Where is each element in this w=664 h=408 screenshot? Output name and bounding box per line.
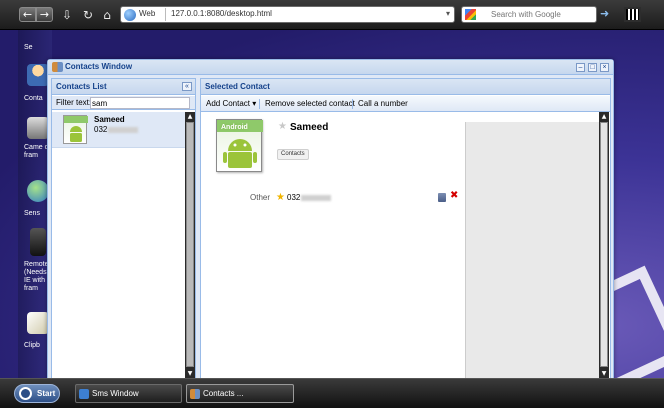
home-icon[interactable]: ⌂ bbox=[100, 8, 114, 22]
contact-phone: 032 bbox=[94, 125, 139, 134]
url-scheme-label: Web bbox=[139, 9, 156, 18]
contact-toolbar: Add Contact ▾ Remove selected contact Ca… bbox=[201, 96, 610, 112]
url-text[interactable]: 127.0.0.1:8080/desktop.html bbox=[171, 9, 272, 18]
android-icon bbox=[64, 116, 88, 142]
start-button[interactable]: Start bbox=[14, 384, 60, 403]
contacts-icon bbox=[190, 389, 200, 399]
window-title: Contacts Window bbox=[65, 62, 133, 71]
selected-contact-panel: Selected Contact Add Contact ▾ Remove se… bbox=[200, 78, 611, 378]
clipboard-icon[interactable] bbox=[27, 312, 49, 334]
contact-photo: Android bbox=[216, 119, 263, 172]
power-icon bbox=[19, 387, 32, 400]
toolbar-separator bbox=[259, 99, 260, 109]
desktop: Se Conta Came only s fram Sens Remote (N… bbox=[0, 30, 664, 378]
call-number-button[interactable]: Call a number bbox=[358, 99, 408, 108]
delete-icon[interactable]: ✖ bbox=[450, 190, 458, 201]
selected-contact-title: Selected Contact bbox=[205, 82, 270, 91]
scroll-down-icon[interactable]: ▼ bbox=[599, 369, 609, 378]
desktop-icon-label: Se bbox=[24, 44, 33, 51]
add-contact-button[interactable]: Add Contact ▾ bbox=[206, 99, 256, 108]
toolbar-separator bbox=[352, 99, 353, 109]
contacts-list-header: Contacts List « bbox=[52, 79, 195, 95]
window-titlebar[interactable]: Contacts Window – □ × bbox=[48, 60, 613, 75]
globe-icon[interactable] bbox=[27, 180, 49, 202]
chevron-down-icon[interactable]: ▾ bbox=[446, 9, 450, 18]
contact-detail-phone: 032 bbox=[287, 193, 332, 202]
phone-icon[interactable] bbox=[30, 228, 46, 256]
globe-icon bbox=[124, 9, 136, 21]
edit-icon[interactable] bbox=[438, 193, 446, 202]
contacts-list-panel: Contacts List « Filter text: Sameed 032 bbox=[51, 78, 196, 378]
search-go-icon[interactable]: ➜ bbox=[600, 8, 612, 20]
address-bar[interactable]: Web 127.0.0.1:8080/desktop.html ▾ bbox=[120, 6, 455, 23]
minimize-icon[interactable]: – bbox=[576, 63, 585, 72]
browser-toolbar: ← → ⇩ ↻ ⌂ Web 127.0.0.1:8080/desktop.htm… bbox=[0, 0, 664, 30]
filter-row: Filter text: bbox=[52, 96, 195, 110]
contacts-icon bbox=[52, 62, 63, 72]
contact-avatar bbox=[63, 115, 88, 144]
reload-icon[interactable]: ↻ bbox=[81, 8, 95, 22]
group-tag[interactable]: Contacts bbox=[277, 149, 309, 160]
sms-icon bbox=[79, 389, 89, 399]
scrollbar-thumb[interactable] bbox=[186, 122, 194, 367]
scroll-up-icon[interactable]: ▲ bbox=[185, 112, 195, 122]
scroll-up-icon[interactable]: ▲ bbox=[599, 112, 609, 122]
list-item[interactable]: Sameed 032 bbox=[52, 112, 185, 148]
qr-code-icon[interactable] bbox=[624, 7, 641, 22]
contacts-window: Contacts Window – □ × Contacts List « Fi… bbox=[47, 59, 614, 378]
forward-button[interactable]: → bbox=[36, 7, 53, 22]
remove-contact-button[interactable]: Remove selected contact bbox=[265, 99, 355, 108]
avatar-label: Android bbox=[221, 124, 248, 131]
maximize-icon[interactable]: □ bbox=[588, 63, 597, 72]
redacted-digits bbox=[108, 126, 139, 133]
task-contacts[interactable]: Contacts ... bbox=[186, 384, 294, 403]
contacts-scrollbar[interactable]: ▲ ▼ bbox=[185, 112, 195, 378]
close-icon[interactable]: × bbox=[600, 63, 609, 72]
camera-icon[interactable] bbox=[27, 117, 49, 139]
phone-type-label: Other bbox=[250, 193, 271, 202]
back-button[interactable]: ← bbox=[19, 7, 36, 22]
task-sms-window[interactable]: Sms Window bbox=[75, 384, 182, 403]
google-icon[interactable] bbox=[465, 9, 476, 20]
filter-input[interactable] bbox=[90, 97, 190, 109]
contact-name: Sameed bbox=[94, 115, 125, 124]
redacted-digits bbox=[301, 194, 332, 201]
selected-contact-header: Selected Contact bbox=[201, 79, 610, 95]
url-separator bbox=[165, 8, 166, 21]
favorite-star-icon[interactable]: ★ bbox=[278, 121, 287, 132]
detail-scrollbar[interactable]: ▲ ▼ bbox=[599, 112, 609, 378]
contact-detail-name: Sameed bbox=[290, 122, 329, 133]
search-input[interactable] bbox=[491, 8, 595, 21]
task-label: Contacts ... bbox=[203, 389, 244, 398]
scrollbar-thumb[interactable] bbox=[600, 122, 608, 367]
preview-pane bbox=[465, 122, 599, 378]
contacts-desktop-icon[interactable] bbox=[27, 64, 49, 86]
download-icon[interactable]: ⇩ bbox=[60, 8, 74, 22]
chevron-down-icon: ▾ bbox=[252, 99, 257, 108]
collapse-icon[interactable]: « bbox=[182, 82, 192, 91]
filter-label: Filter text: bbox=[56, 98, 92, 107]
search-box[interactable] bbox=[461, 6, 597, 23]
scroll-down-icon[interactable]: ▼ bbox=[185, 369, 195, 378]
taskbar: Start Sms Window Contacts ... bbox=[0, 378, 664, 408]
primary-star-icon[interactable]: ★ bbox=[276, 192, 285, 203]
start-label: Start bbox=[37, 389, 56, 398]
task-label: Sms Window bbox=[92, 389, 139, 398]
contacts-list-title: Contacts List bbox=[56, 82, 107, 91]
